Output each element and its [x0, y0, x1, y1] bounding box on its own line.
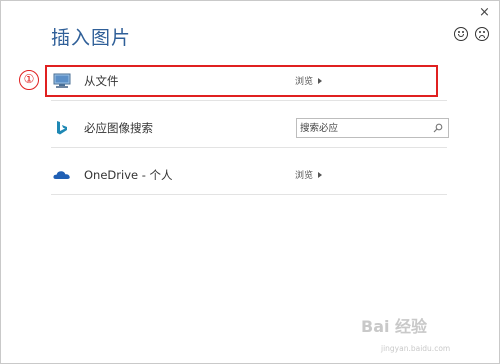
highlight-box-annotation: [45, 65, 438, 97]
onedrive-cloud-icon: [53, 171, 70, 179]
bing-search-label: 必应图像搜索: [84, 121, 153, 135]
bing-image-search-row: 必应图像搜索: [51, 108, 449, 148]
step-number-annotation: ①: [19, 70, 39, 90]
baidu-watermark-url: jingyan.baidu.com: [381, 344, 451, 353]
smile-feedback-icon[interactable]: [454, 27, 468, 41]
triangle-right-icon: [318, 172, 323, 178]
frown-feedback-icon[interactable]: [475, 27, 489, 41]
insert-picture-dialog: 插入图片 × 从文件 浏览 必应图像搜索 搜索必应 OneDrive - 个人 …: [0, 0, 500, 364]
dialog-title: 插入图片: [51, 27, 132, 49]
row-divider: [51, 147, 447, 148]
bing-search-input[interactable]: [300, 121, 428, 135]
close-button[interactable]: ×: [479, 5, 490, 20]
row-divider: [51, 194, 447, 195]
baidu-watermark: Bai 经验: [361, 317, 428, 336]
bing-icon: [57, 121, 67, 135]
onedrive-browse-link[interactable]: 浏览: [295, 168, 323, 181]
bing-search-box[interactable]: [296, 118, 449, 138]
onedrive-row[interactable]: OneDrive - 个人 浏览: [51, 155, 447, 195]
search-icon[interactable]: [433, 123, 443, 133]
browse-label: 浏览: [295, 171, 314, 181]
row-divider: [51, 100, 447, 101]
onedrive-label: OneDrive - 个人: [84, 168, 173, 182]
